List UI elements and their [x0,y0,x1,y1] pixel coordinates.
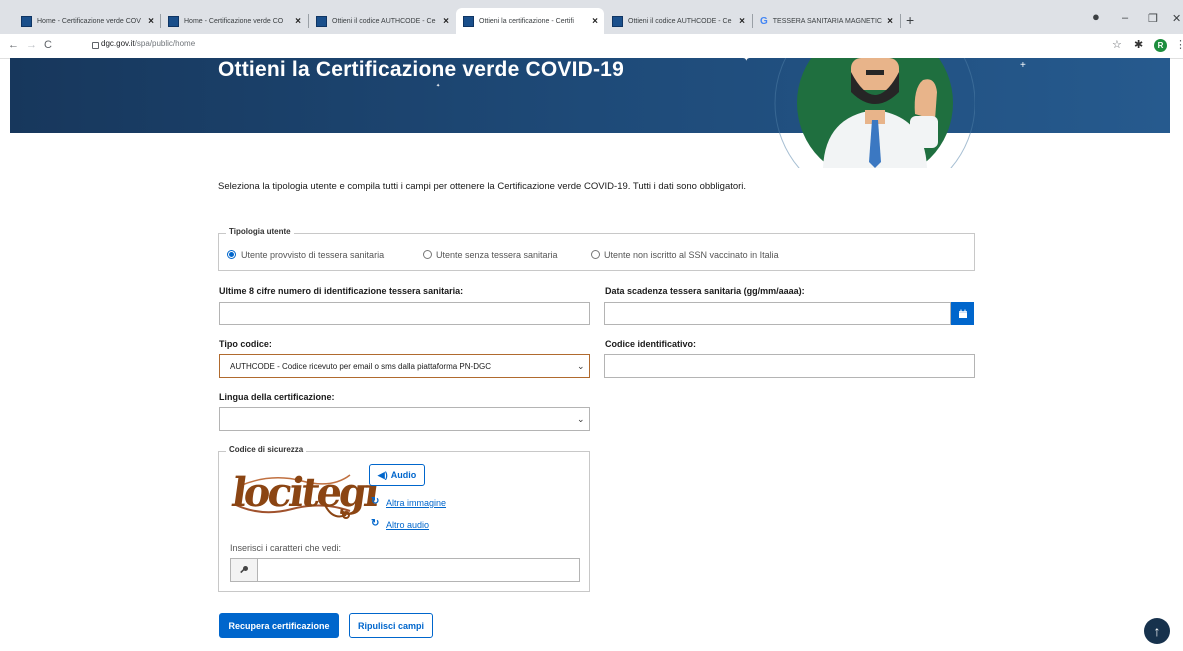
captcha-input-label: Inserisci i caratteri che vedi: [230,543,342,553]
other-audio-link[interactable]: Altro audio [386,520,429,530]
browser-tab[interactable]: Home - Certificazione verde COV × [14,8,160,34]
maximize-icon[interactable]: ❐ [1148,12,1158,25]
calendar-button[interactable] [951,302,974,325]
key-icon-box [230,558,258,582]
speaker-icon: ◀) [377,469,388,480]
audio-label: Audio [390,470,417,480]
language-select[interactable]: ⌄ [219,407,590,431]
scroll-top-button[interactable]: ↑ [1144,618,1170,644]
bookmark-star-icon[interactable]: ☆ [1112,38,1122,51]
tab-title: Ottieni la certificazione - Certifi [479,17,574,25]
expiry-label: Data scadenza tessera sanitaria (gg/mm/a… [605,286,805,296]
audio-button[interactable]: ◀) Audio [369,464,425,486]
tab-title: Ottieni il codice AUTHCODE - Ce [332,17,436,25]
key-icon [240,566,248,574]
captcha-image: locitegi [229,465,380,525]
expiry-input[interactable] [604,302,951,325]
extensions-icon[interactable]: ✱ [1134,38,1143,51]
pa-favicon-icon [612,15,623,27]
radio-with-card-label[interactable]: Utente provvisto di tessera sanitaria [241,250,384,260]
tab-title: Home - Certificazione verde COV [37,17,141,25]
close-icon[interactable]: × [443,16,449,27]
pa-favicon-icon [316,15,327,27]
pa-favicon-icon [21,15,32,27]
language-label: Lingua della certificazione: [219,392,335,402]
reset-button[interactable]: Ripulisci campi [349,613,433,638]
code-id-label: Codice identificativo: [605,339,697,349]
captcha-input[interactable] [257,558,580,582]
browser-tab-active[interactable]: Ottieni la certificazione - Certifi × [456,8,604,34]
url-path: /spa/public/home [134,39,196,48]
code-type-value: AUTHCODE - Codice ricevuto per email o s… [230,362,491,371]
lock-icon[interactable] [92,42,99,49]
card-digits-input[interactable] [219,302,590,325]
chevron-down-icon: ⌄ [577,361,585,371]
browser-toolbar: ← → C dgc.gov.it/spa/public/home ☆ ✱ R ⋮ [0,34,1183,59]
menu-icon[interactable]: ⋮ [1175,38,1183,51]
code-type-label: Tipo codice: [219,339,272,349]
page-title: Ottieni la Certificazione verde COVID-19 [218,58,624,81]
browser-tab[interactable]: Ottieni il codice AUTHCODE - Ce × [309,8,455,34]
sparkle-decoration: ✦ [436,83,441,89]
pa-favicon-icon [168,15,179,27]
close-icon[interactable]: × [739,16,745,27]
close-icon[interactable]: × [148,16,154,27]
new-tab-button[interactable]: + [906,12,914,28]
calendar-icon [958,309,967,318]
doctor-illustration [765,58,975,168]
arrow-up-icon: ↑ [1153,623,1161,639]
back-icon[interactable]: ← [8,39,19,51]
sparkle-decoration: ✦ [743,58,750,63]
url-domain: dgc.gov.it [101,39,135,48]
radio-without-card-label[interactable]: Utente senza tessera sanitaria [436,250,558,260]
minimize-icon[interactable]: – [1122,12,1128,24]
browser-tab[interactable]: Home - Certificazione verde CO × [161,8,307,34]
intro-text: Seleziona la tipologia utente e compila … [218,181,747,192]
close-icon[interactable]: × [592,16,598,27]
tab-title: Ottieni il codice AUTHCODE - Ce [628,17,732,25]
browser-tab[interactable]: G TESSERA SANITARIA MAGNETIC × [753,8,899,34]
captcha-text: locitegi [228,469,380,516]
browser-tab-bar: Home - Certificazione verde COV × Home -… [0,0,1183,34]
address-bar[interactable]: dgc.gov.it/spa/public/home [101,39,195,48]
radio-without-card[interactable] [423,250,432,259]
tab-title: TESSERA SANITARIA MAGNETIC [772,17,882,25]
captcha-legend: Codice di sicurezza [226,445,307,454]
profile-avatar[interactable]: R [1154,39,1167,52]
refresh-icon[interactable]: ↻ [371,518,379,529]
google-favicon-icon: G [760,15,768,27]
sparkle-decoration: + [1020,60,1026,71]
submit-button[interactable]: Recupera certificazione [219,613,339,638]
tab-title: Home - Certificazione verde CO [184,17,284,25]
forward-icon[interactable]: → [26,39,37,51]
radio-not-ssn-label[interactable]: Utente non iscritto al SSN vaccinato in … [604,250,779,260]
reload-icon[interactable]: C [44,39,52,51]
chevron-down-icon: ⌄ [577,414,585,424]
card-digits-label: Ultime 8 cifre numero di identificazione… [219,286,464,296]
close-icon[interactable]: × [887,16,893,27]
window-close-icon[interactable]: ✕ [1172,12,1181,25]
code-type-select[interactable]: AUTHCODE - Codice ricevuto per email o s… [219,354,590,378]
browser-tab[interactable]: Ottieni il codice AUTHCODE - Ce × [605,8,751,34]
code-id-input[interactable] [604,354,975,378]
pa-favicon-icon [463,15,474,27]
refresh-icon[interactable]: ↻ [371,496,379,507]
radio-not-ssn[interactable] [591,250,600,259]
other-image-link[interactable]: Altra immagine [386,498,446,508]
user-type-legend: Tipologia utente [226,227,294,236]
record-icon[interactable]: ● [1092,9,1100,24]
close-icon[interactable]: × [295,16,301,27]
radio-with-card[interactable] [227,250,236,259]
